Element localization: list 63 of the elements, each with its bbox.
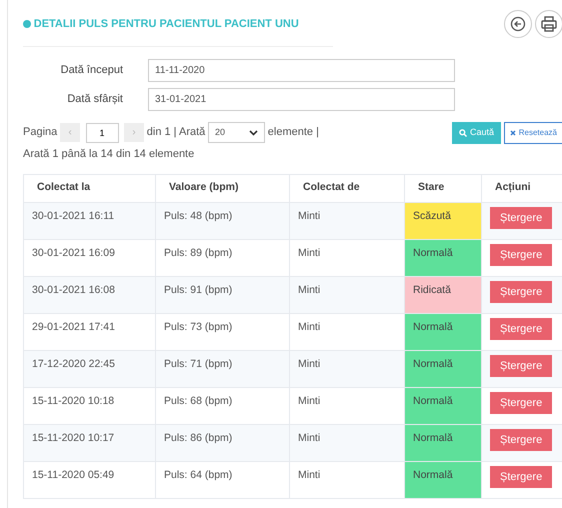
- delete-button[interactable]: Ștergere: [490, 244, 552, 266]
- delete-button[interactable]: Ștergere: [490, 206, 552, 230]
- status-cell: Normală: [404, 424, 482, 462]
- search-button[interactable]: Caută: [452, 122, 501, 144]
- table-cell: Puls: 91 (bpm): [156, 276, 290, 314]
- status-cell: Ridicată: [404, 276, 482, 314]
- table-cell: 30-01-2021 16:11: [24, 202, 156, 240]
- table-cell: Puls: 64 (bpm): [156, 461, 290, 498]
- table-cell: Minti: [290, 276, 404, 314]
- table-cell: Minti: [290, 350, 404, 388]
- date-field[interactable]: 11-11-2020: [148, 59, 455, 82]
- close-icon: [510, 130, 516, 136]
- delete-button[interactable]: Ștergere: [490, 280, 552, 304]
- status-cell: Normală: [404, 313, 482, 350]
- print-button[interactable]: [535, 10, 562, 38]
- column-header: Acțiuni: [482, 174, 562, 202]
- table-cell: 15-11-2020 10:17: [24, 424, 156, 462]
- table-cell: Puls: 71 (bpm): [156, 350, 290, 388]
- column-header: Colectat de: [290, 174, 404, 202]
- delete-button[interactable]: Ștergere: [490, 318, 552, 340]
- status-cell: Scăzută: [404, 202, 482, 240]
- column-header: Valoare (bpm): [156, 174, 290, 202]
- table-cell: Puls: 73 (bpm): [156, 313, 290, 350]
- chevron-down-icon: [249, 130, 258, 136]
- date-field[interactable]: 31-01-2021: [148, 88, 455, 110]
- table-cell: 15-11-2020 10:18: [24, 387, 156, 424]
- table-cell: Puls: 86 (bpm): [156, 424, 290, 462]
- reset-button[interactable]: Resetează: [504, 122, 562, 144]
- status-cell: Normală: [404, 239, 482, 276]
- table-cell: Puls: 48 (bpm): [156, 202, 290, 240]
- column-header: Stare: [404, 174, 482, 202]
- table-cell: 29-01-2021 17:41: [24, 313, 156, 350]
- results-summary: Arată 1 până la 14 din 14 elemente: [23, 147, 196, 162]
- status-dot: [23, 20, 31, 28]
- table-cell: 15-11-2020 05:49: [24, 461, 156, 498]
- field-label: Dată sfârșit: [66, 92, 124, 107]
- table-cell: Puls: 68 (bpm): [156, 387, 290, 424]
- delete-button[interactable]: Ștergere: [490, 354, 552, 378]
- table-cell: 30-01-2021 16:09: [24, 239, 156, 276]
- table-cell: Minti: [290, 424, 404, 462]
- pager-label: Pagina: [23, 125, 58, 140]
- column-header: Colectat la: [24, 174, 156, 202]
- field-label: Dată început: [60, 63, 124, 78]
- status-cell: Normală: [404, 350, 482, 388]
- page-field[interactable]: 1: [86, 122, 119, 142]
- table-cell: Minti: [290, 202, 404, 240]
- delete-button[interactable]: Ștergere: [490, 392, 552, 414]
- status-cell: Normală: [404, 387, 482, 424]
- table-cell: Puls: 89 (bpm): [156, 239, 290, 276]
- delete-button[interactable]: Ștergere: [490, 466, 552, 488]
- print-icon: [540, 15, 558, 33]
- delete-button[interactable]: Ștergere: [490, 428, 552, 452]
- items-label: elemente |: [268, 125, 319, 140]
- page-size-select[interactable]: 20: [208, 122, 266, 143]
- next-page-button[interactable]: ›: [124, 123, 144, 142]
- page-count-text: din 1 | Arată: [146, 125, 206, 140]
- search-icon: [458, 128, 467, 136]
- back-button[interactable]: [504, 10, 532, 38]
- table-cell: 17-12-2020 22:45: [24, 350, 156, 388]
- previous-page-button[interactable]: ‹: [60, 123, 80, 142]
- status-cell: Normală: [404, 461, 482, 498]
- page-title: DETALII PULS PENTRU PACIENTUL PACIENT UNU: [34, 16, 299, 32]
- table-cell: 30-01-2021 16:08: [24, 276, 156, 314]
